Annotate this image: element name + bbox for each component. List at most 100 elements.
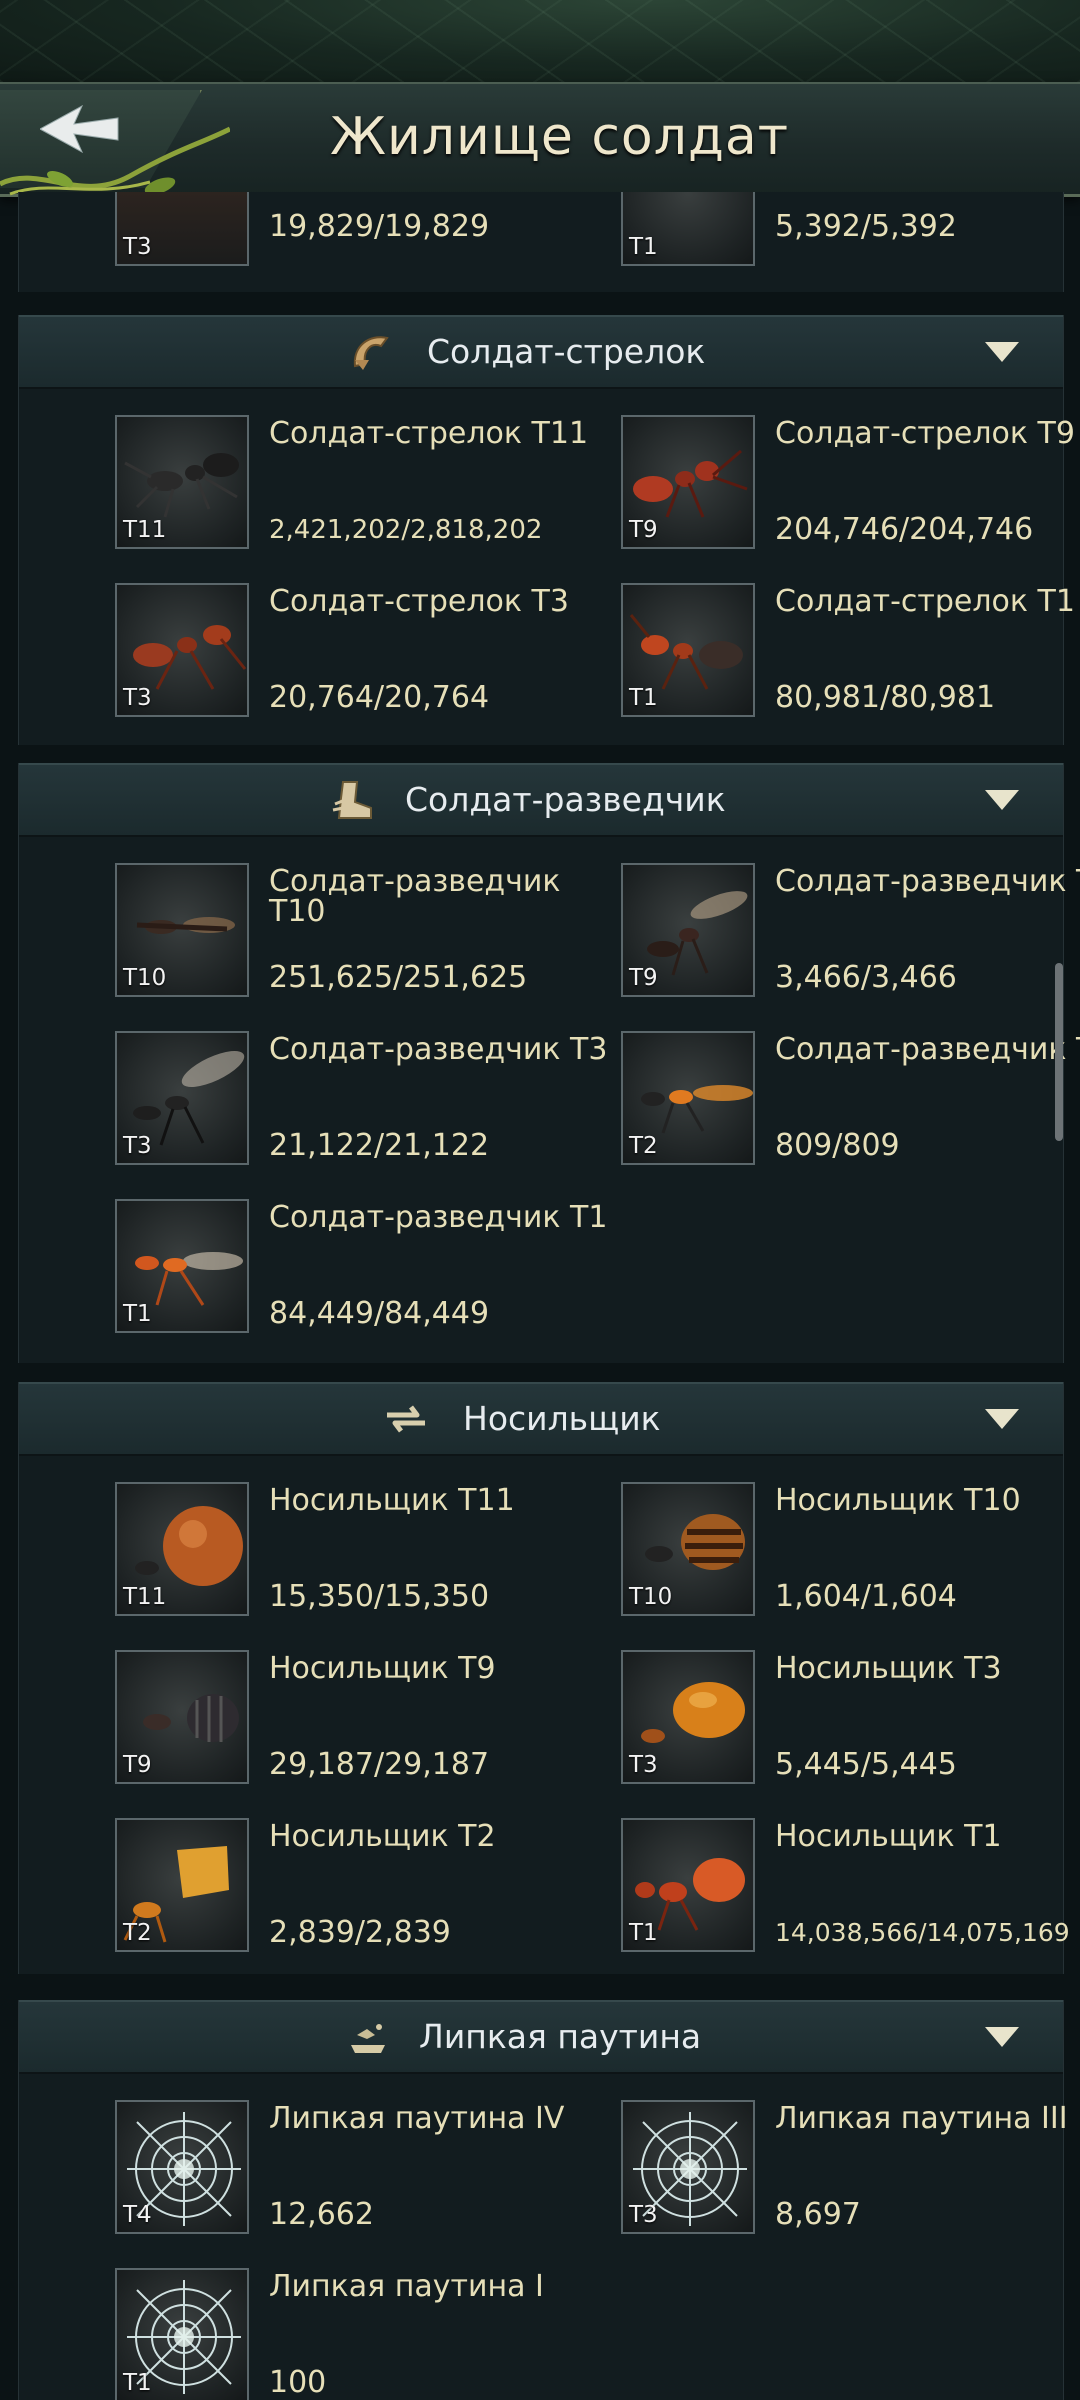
unit-count: 5,445/5,445 bbox=[775, 1747, 957, 1782]
shooter-claw-icon bbox=[353, 336, 389, 370]
unit-count: 84,449/84,449 bbox=[269, 1296, 490, 1331]
unit-card[interactable]: T1 Солдат-разведчик T1 84,449/84,449 bbox=[19, 1199, 607, 1339]
tier-label: T11 bbox=[123, 517, 167, 543]
unit-card[interactable]: T1 Носильщик T1 14,038,566/14,075,169 bbox=[525, 1818, 1070, 1958]
unit-thumbnail: T1 bbox=[621, 192, 755, 266]
tier-label: T10 bbox=[123, 965, 167, 991]
unit-thumbnail: T3 bbox=[115, 583, 249, 717]
unit-name: Носильщик T10 bbox=[775, 1483, 1021, 1518]
unit-thumbnail: T11 bbox=[115, 1482, 249, 1616]
section-title: Солдат-стрелок bbox=[427, 332, 706, 371]
tier-label: T2 bbox=[629, 1133, 658, 1159]
unit-card[interactable]: T2 Солдат-разведчик T2 809/809 bbox=[525, 1031, 1080, 1171]
chevron-down-icon[interactable] bbox=[985, 2027, 1019, 2047]
header-bar: Жилище солдат bbox=[0, 82, 1080, 197]
section-header-web[interactable]: Липкая паутина bbox=[19, 2000, 1063, 2074]
unit-card[interactable]: T4 Липкая паутина IV 12,662 bbox=[19, 2100, 564, 2240]
tier-label: T11 bbox=[123, 1584, 167, 1610]
carrier-swap-icon bbox=[387, 1405, 425, 1433]
tier-label: T3 bbox=[629, 2202, 658, 2228]
unit-thumbnail: T1 bbox=[115, 2268, 249, 2400]
unit-thumbnail: T1 bbox=[621, 583, 755, 717]
unit-card[interactable]: T10 Носильщик T10 1,604/1,604 bbox=[525, 1482, 1025, 1622]
tier-label: T9 bbox=[629, 517, 658, 543]
tier-label: T9 bbox=[123, 1752, 152, 1778]
unit-thumbnail: T10 bbox=[621, 1482, 755, 1616]
unit-card[interactable]: T9 Солдат-стрелок T9 204,746/204,746 bbox=[525, 415, 1075, 555]
unit-card[interactable]: T2 Носильщик T2 2,839/2,839 bbox=[19, 1818, 519, 1958]
unit-card[interactable]: T11 Солдат-стрелок T11 2,421,202/2,818,2… bbox=[19, 415, 588, 555]
unit-count: 8,697 bbox=[775, 2197, 861, 2232]
chevron-down-icon[interactable] bbox=[985, 790, 1019, 810]
tier-label: T3 bbox=[123, 234, 152, 260]
unit-count: 80,981/80,981 bbox=[775, 680, 996, 715]
unit-count: 809/809 bbox=[775, 1128, 900, 1163]
unit-count: 1,604/1,604 bbox=[775, 1579, 957, 1614]
tier-label: T9 bbox=[629, 965, 658, 991]
unit-name: Носильщик T1 bbox=[775, 1819, 1002, 1854]
unit-card[interactable]: T3 Солдат-стрелок T3 20,764/20,764 bbox=[19, 583, 569, 723]
tier-label: T1 bbox=[123, 2370, 152, 2396]
unit-card[interactable]: T3 Солдат-разведчик T3 21,122/21,122 bbox=[19, 1031, 607, 1171]
section-partial: T3 19,829/19,829 T1 5,392/5,392 bbox=[18, 192, 1064, 292]
section-title: Носильщик bbox=[463, 1399, 661, 1438]
unit-thumbnail: T1 bbox=[621, 1818, 755, 1952]
tier-label: T3 bbox=[123, 1133, 152, 1159]
section-scout: Солдат-разведчик T10 Солдат-разведчик T1… bbox=[18, 763, 1080, 1363]
unit-thumbnail: T2 bbox=[115, 1818, 249, 1952]
unit-card[interactable]: T1 5,392/5,392 bbox=[525, 192, 1025, 272]
unit-name: Солдат-разведчик T1 bbox=[269, 1200, 608, 1235]
tier-label: T10 bbox=[629, 1584, 673, 1610]
unit-card[interactable]: T11 Носильщик T11 15,350/15,350 bbox=[19, 1482, 519, 1622]
scrollbar[interactable] bbox=[1055, 963, 1063, 1141]
unit-count: 100 bbox=[269, 2365, 327, 2400]
tier-label: T1 bbox=[629, 234, 658, 260]
tier-label: T1 bbox=[629, 685, 658, 711]
unit-thumbnail: T3 bbox=[115, 192, 249, 266]
web-trap-icon bbox=[351, 2024, 385, 2053]
chevron-down-icon[interactable] bbox=[985, 342, 1019, 362]
unit-card[interactable]: T9 Носильщик T9 29,187/29,187 bbox=[19, 1650, 519, 1790]
unit-name: Носильщик T3 bbox=[775, 1651, 1002, 1686]
section-title: Липкая паутина bbox=[419, 2017, 702, 2056]
unit-thumbnail: T4 bbox=[115, 2100, 249, 2234]
unit-name: Солдат-разведчик T9 bbox=[775, 864, 1080, 899]
unit-name: Липкая паутина III bbox=[775, 2101, 1068, 2136]
unit-count: 3,466/3,466 bbox=[775, 960, 957, 995]
chevron-down-icon[interactable] bbox=[985, 1409, 1019, 1429]
unit-count: 5,392/5,392 bbox=[775, 209, 957, 244]
unit-thumbnail: T3 bbox=[621, 1650, 755, 1784]
tier-label: T4 bbox=[123, 2202, 152, 2228]
section-header-shooter[interactable]: Солдат-стрелок bbox=[19, 315, 1063, 389]
section-header-scout[interactable]: Солдат-разведчик bbox=[19, 763, 1063, 837]
top-decoration bbox=[0, 0, 1080, 82]
unit-thumbnail: T10 bbox=[115, 863, 249, 997]
tier-label: T1 bbox=[629, 1920, 658, 1946]
unit-name: Солдат-разведчик T2 bbox=[775, 1032, 1080, 1067]
section-shooter: Солдат-стрелок T11 Солдат-стрелок T11 2,… bbox=[18, 315, 1075, 745]
unit-count: 14,038,566/14,075,169 bbox=[775, 1918, 1070, 1947]
section-carrier: Носильщик T11 Носильщик T11 15,350/15,35… bbox=[18, 1382, 1070, 1974]
unit-name: Солдат-стрелок T9 bbox=[775, 416, 1075, 451]
unit-card[interactable]: T1 Солдат-стрелок T1 80,981/80,981 bbox=[525, 583, 1075, 723]
unit-thumbnail: T3 bbox=[621, 2100, 755, 2234]
unit-name: Липкая паутина I bbox=[269, 2269, 544, 2304]
unit-count: 204,746/204,746 bbox=[775, 512, 1034, 547]
unit-card[interactable]: T3 Носильщик T3 5,445/5,445 bbox=[525, 1650, 1025, 1790]
unit-card[interactable]: T9 Солдат-разведчик T9 3,466/3,466 bbox=[525, 863, 1080, 1003]
section-header-carrier[interactable]: Носильщик bbox=[19, 1382, 1063, 1456]
scout-boot-icon bbox=[332, 781, 372, 819]
unit-thumbnail: T9 bbox=[115, 1650, 249, 1784]
tier-label: T3 bbox=[123, 685, 152, 711]
section-web: Липкая паутина T4 Липкая паутина IV 12,6… bbox=[18, 2000, 1068, 2400]
content-list[interactable]: T3 19,829/19,829 T1 5,392/5,392 Солдат-с… bbox=[0, 192, 1080, 2400]
unit-card[interactable]: T3 Липкая паутина III 8,697 bbox=[525, 2100, 1068, 2240]
unit-thumbnail: T3 bbox=[115, 1031, 249, 1165]
unit-thumbnail: T11 bbox=[115, 415, 249, 549]
unit-thumbnail: T9 bbox=[621, 415, 755, 549]
unit-thumbnail: T1 bbox=[115, 1199, 249, 1333]
unit-card[interactable]: T1 Липкая паутина I 100 bbox=[19, 2268, 544, 2400]
unit-thumbnail: T9 bbox=[621, 863, 755, 997]
unit-card[interactable]: T10 Солдат-разведчик T10 251,625/251,625 bbox=[19, 863, 561, 1003]
unit-card[interactable]: T3 19,829/19,829 bbox=[19, 192, 519, 272]
